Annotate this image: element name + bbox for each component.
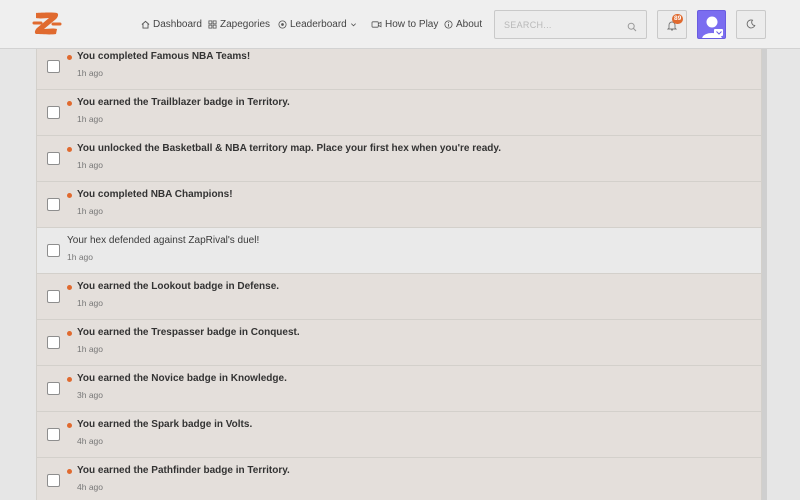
nav-zapegories[interactable]: Zapegories <box>208 19 270 30</box>
notification-message: You earned the Trespasser badge in Conqu… <box>77 327 300 338</box>
nav-dashboard-label: Dashboard <box>153 19 202 30</box>
top-navbar: Dashboard Zapegories Leaderboard How to … <box>0 0 800 49</box>
row-checkbox[interactable] <box>47 336 60 349</box>
notification-message: You completed NBA Champions! <box>77 189 233 200</box>
moon-icon <box>746 16 756 34</box>
search-icon[interactable] <box>627 19 637 37</box>
notification-time: 1h ago <box>77 160 103 170</box>
row-checkbox[interactable] <box>47 152 60 165</box>
home-icon <box>141 20 150 29</box>
notification-time: 1h ago <box>77 206 103 216</box>
notification-row[interactable]: You earned the Novice badge in Knowledge… <box>36 366 762 412</box>
nav-how-to-play-label: How to Play <box>385 19 439 30</box>
notification-message: You completed Famous NBA Teams! <box>77 51 251 62</box>
notification-time: 4h ago <box>77 482 103 492</box>
row-checkbox[interactable] <box>47 382 60 395</box>
notification-message: Your hex defended against ZapRival's due… <box>67 235 260 246</box>
row-checkbox[interactable] <box>47 290 60 303</box>
row-checkbox[interactable] <box>47 198 60 211</box>
notification-row[interactable]: You earned the Trailblazer badge in Terr… <box>36 90 762 136</box>
search-input[interactable] <box>504 19 630 30</box>
search-box <box>494 10 647 39</box>
nav-dashboard[interactable]: Dashboard <box>141 19 202 30</box>
chevron-down-icon <box>714 29 723 36</box>
notifications-button[interactable]: 89 <box>657 10 687 39</box>
notification-time: 1h ago <box>77 298 103 308</box>
nav-how-to-play[interactable]: How to Play <box>371 19 438 30</box>
notification-time: 1h ago <box>77 344 103 354</box>
notification-message: You earned the Spark badge in Volts. <box>77 419 253 430</box>
unread-dot <box>67 193 72 198</box>
notification-message: You earned the Lookout badge in Defense. <box>77 281 280 292</box>
row-checkbox[interactable] <box>47 60 60 73</box>
notification-message: You earned the Trailblazer badge in Terr… <box>77 97 290 108</box>
notification-time: 4h ago <box>77 436 103 446</box>
notification-time: 3h ago <box>77 390 103 400</box>
notification-row[interactable]: You earned the Lookout badge in Defense.… <box>36 274 762 320</box>
notification-row[interactable]: You earned the Spark badge in Volts. 4h … <box>36 412 762 458</box>
user-avatar-button[interactable] <box>697 10 726 39</box>
unread-dot <box>67 285 72 290</box>
chevron-down-icon <box>350 21 357 28</box>
notification-message: You earned the Novice badge in Knowledge… <box>77 373 287 384</box>
notification-row[interactable]: You earned the Trespasser badge in Conqu… <box>36 320 762 366</box>
unread-dot <box>67 377 72 382</box>
notification-message: You earned the Pathfinder badge in Terri… <box>77 465 290 476</box>
row-checkbox[interactable] <box>47 474 60 487</box>
nav-about-label: About <box>456 19 483 30</box>
target-icon <box>278 20 287 29</box>
notification-row[interactable]: You unlocked the Basketball & NBA territ… <box>36 136 762 182</box>
row-checkbox[interactable] <box>47 428 60 441</box>
notification-row[interactable]: You earned the Pathfinder badge in Terri… <box>36 458 762 500</box>
unread-dot <box>67 469 72 474</box>
row-checkbox[interactable] <box>47 244 60 257</box>
notification-list: You completed Famous NBA Teams! 1h ago Y… <box>36 44 764 500</box>
unread-dot <box>67 423 72 428</box>
notification-message: You unlocked the Basketball & NBA territ… <box>77 143 501 154</box>
notification-row[interactable]: You completed NBA Champions! 1h ago <box>36 182 762 228</box>
grid-icon <box>208 20 217 29</box>
info-icon <box>444 20 453 29</box>
notification-count-badge: 89 <box>672 14 684 24</box>
scrollbar[interactable] <box>762 44 767 500</box>
zap-logo[interactable] <box>32 9 62 39</box>
video-icon <box>371 20 382 29</box>
nav-about[interactable]: About <box>444 19 482 30</box>
unread-dot <box>67 55 72 60</box>
unread-dot <box>67 101 72 106</box>
nav-zapegories-label: Zapegories <box>220 19 271 30</box>
notification-row[interactable]: You completed Famous NBA Teams! 1h ago <box>36 44 762 90</box>
nav-leaderboard-label: Leaderboard <box>290 19 347 30</box>
notification-row[interactable]: Your hex defended against ZapRival's due… <box>36 228 762 274</box>
notification-time: 1h ago <box>77 68 103 78</box>
unread-dot <box>67 147 72 152</box>
nav-leaderboard[interactable]: Leaderboard <box>278 19 357 30</box>
notification-time: 1h ago <box>77 114 103 124</box>
theme-toggle-button[interactable] <box>736 10 766 39</box>
unread-dot <box>67 331 72 336</box>
notification-time: 1h ago <box>67 252 93 262</box>
row-checkbox[interactable] <box>47 106 60 119</box>
